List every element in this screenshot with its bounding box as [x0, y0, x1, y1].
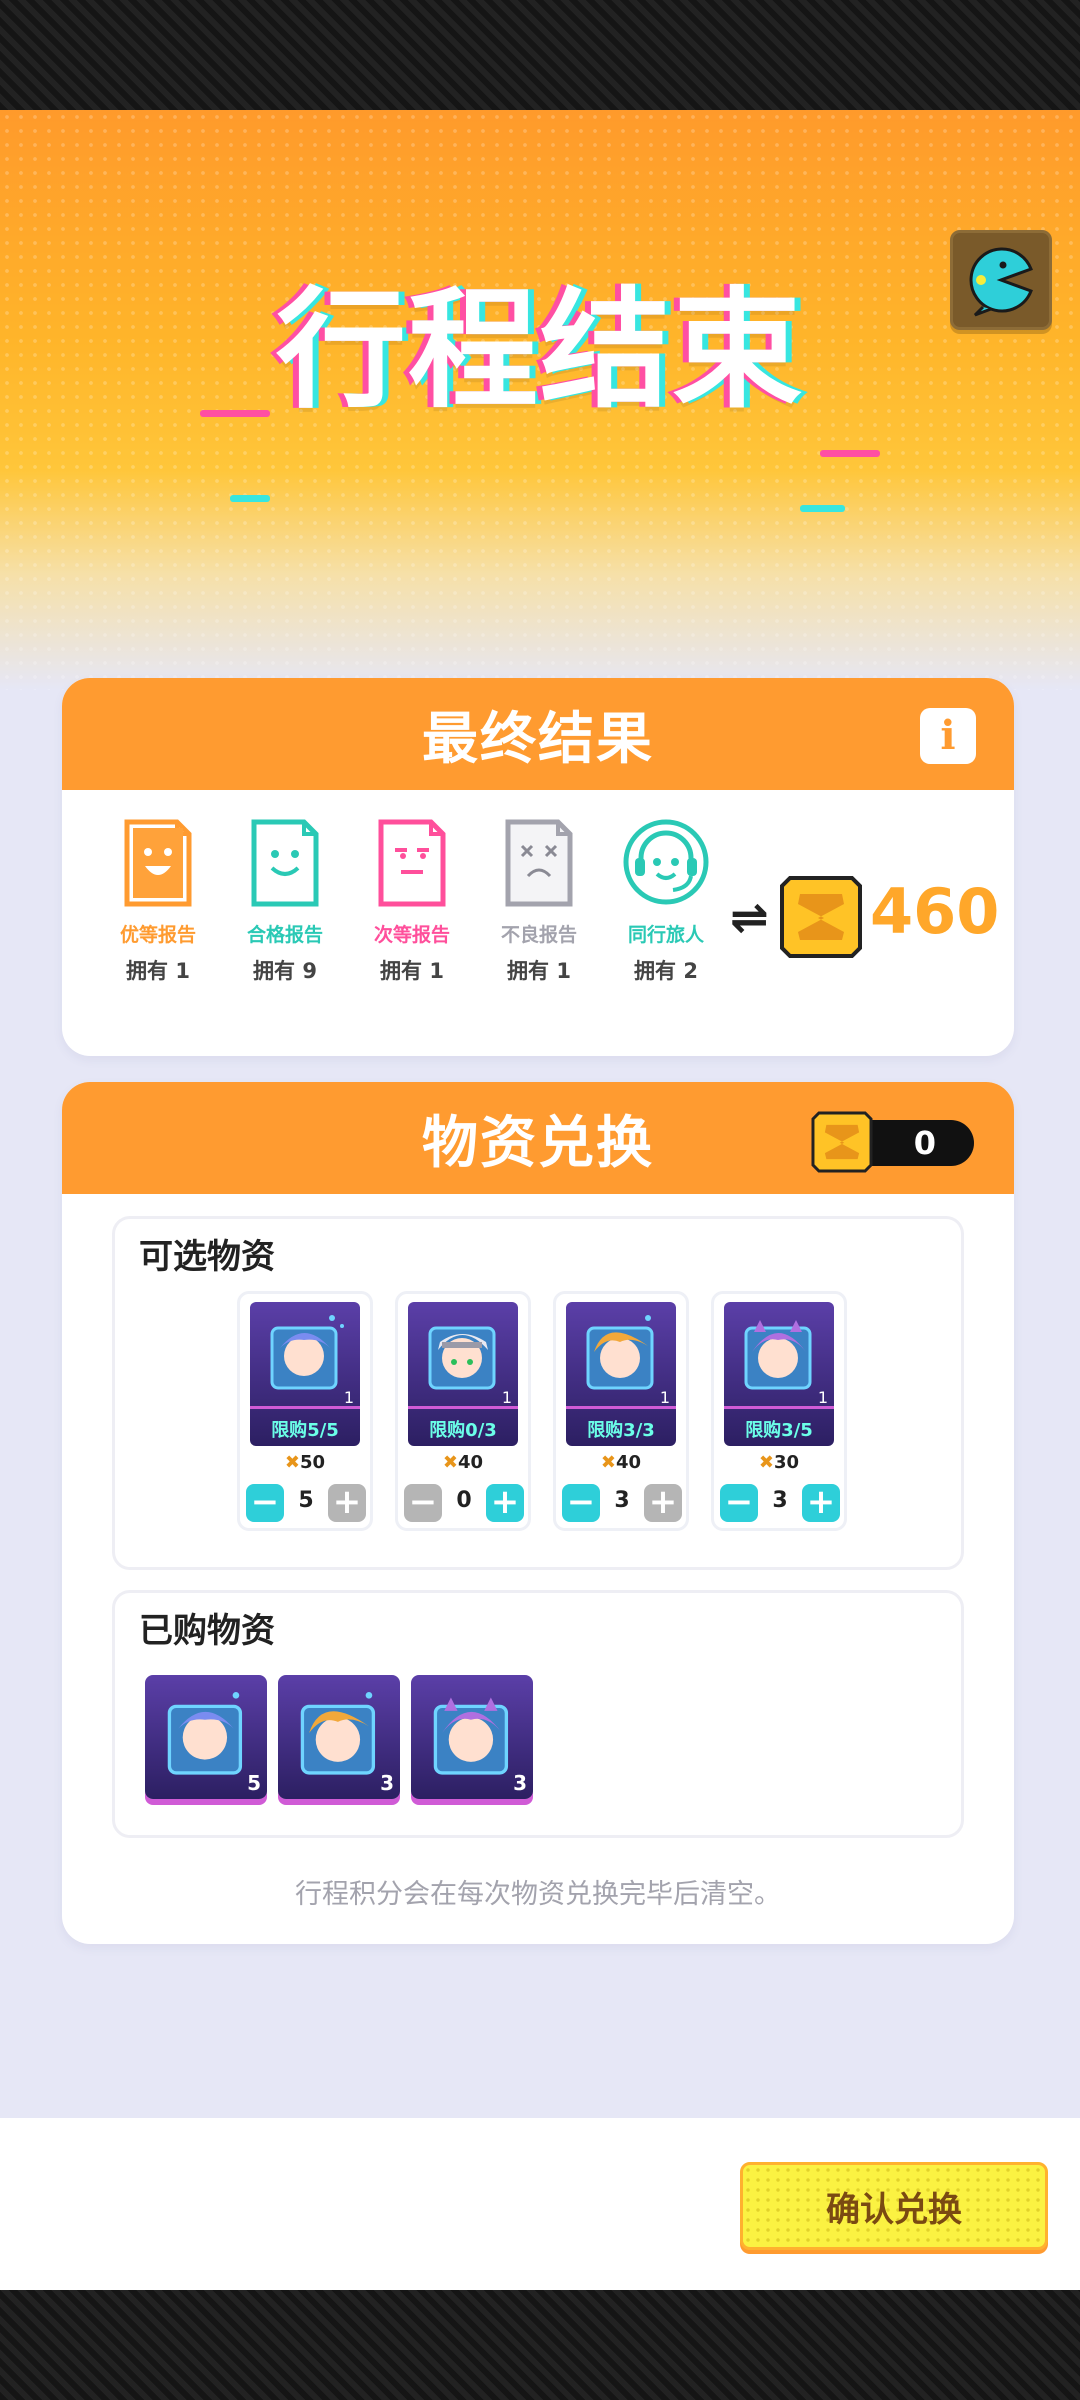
quantity-stepper: − 5 +: [246, 1484, 366, 1522]
item-price: ✖40: [442, 1452, 484, 1473]
report-label: 不良报告: [500, 924, 577, 946]
report-count: 拥有 2: [634, 959, 698, 983]
glitch-line: [230, 495, 270, 502]
glitch-line: [800, 505, 845, 512]
available-items-section: 可选物资 1 限购5/5 ✖50 − 5 + 1 限购0/3 ✖40 − 0 +…: [112, 1216, 964, 1570]
decrease-button[interactable]: −: [720, 1484, 758, 1522]
smile-report-icon: [251, 819, 319, 907]
quantity-stepper: − 3 +: [720, 1484, 840, 1522]
quantity-stepper: − 0 +: [404, 1484, 524, 1522]
happy-report-icon: [124, 819, 192, 907]
item-qty: 1: [343, 1388, 354, 1407]
item-portrait: 1 限购3/5: [724, 1302, 834, 1446]
report-qualified: 合格报告 拥有 9: [225, 818, 345, 985]
exchange-card-header: 物资兑换 0: [62, 1082, 1014, 1194]
confirm-exchange-button[interactable]: 确认兑换: [740, 2162, 1048, 2250]
coin-icon: [811, 1111, 873, 1173]
bad-report-icon: [505, 819, 573, 907]
report-label: 次等报告: [373, 924, 450, 946]
item-card[interactable]: 1 限购3/3 ✖40 − 3 +: [553, 1291, 689, 1531]
item-card[interactable]: 1 限购3/5 ✖30 − 3 +: [711, 1291, 847, 1531]
glitch-line: [820, 450, 880, 457]
header-banner: 行程结束: [0, 110, 1080, 690]
purchased-item[interactable]: 3: [278, 1675, 400, 1799]
pacman-chat-icon: [969, 247, 1033, 317]
meh-report-icon: [378, 819, 446, 907]
quantity-value: 5: [298, 1488, 314, 1513]
navigation-bar: [0, 2290, 1080, 2400]
mascot-menu-button[interactable]: [950, 230, 1052, 330]
increase-button[interactable]: +: [328, 1484, 366, 1522]
exchange-arrows-icon: ⇌: [730, 890, 769, 944]
coin-icon: ✖: [284, 1452, 301, 1473]
report-excellent: 优等报告 拥有 1: [98, 818, 218, 985]
status-bar: [0, 0, 1080, 110]
report-count: 拥有 1: [126, 959, 190, 983]
quantity-stepper: − 3 +: [562, 1484, 682, 1522]
purchased-item[interactable]: 3: [411, 1675, 533, 1799]
purchased-items-section: 已购物资 5 3 3: [112, 1590, 964, 1838]
info-button[interactable]: i: [920, 708, 976, 764]
item-qty: 1: [659, 1388, 670, 1407]
coin-icon: [780, 876, 862, 958]
report-label: 合格报告: [246, 924, 323, 946]
item-card[interactable]: 1 限购5/5 ✖50 − 5 +: [237, 1291, 373, 1531]
exchange-card-title: 物资兑换: [422, 1110, 654, 1176]
decrease-button[interactable]: −: [246, 1484, 284, 1522]
exchange-card: 物资兑换 0 可选物资 1 限购5/5 ✖50 − 5 + 1 限购0/3 ✖4…: [62, 1082, 1014, 1944]
purchased-qty: 3: [513, 1771, 527, 1795]
coin-icon: ✖: [442, 1452, 459, 1473]
decrease-button[interactable]: −: [562, 1484, 600, 1522]
item-portrait: 1 限购0/3: [408, 1302, 518, 1446]
increase-button[interactable]: +: [802, 1484, 840, 1522]
item-card[interactable]: 1 限购0/3 ✖40 − 0 +: [395, 1291, 531, 1531]
report-inferior: 次等报告 拥有 1: [352, 818, 472, 985]
item-price: ✖50: [284, 1452, 326, 1473]
points-reset-note: 行程积分会在每次物资兑换完毕后清空。: [295, 1879, 781, 1910]
result-card: 最终结果 i 优等报告 拥有 1 合格报告 拥有 9 次等报告 拥有 1 不良报…: [62, 678, 1014, 1056]
character-portrait-icon: [428, 1326, 496, 1390]
character-portrait-icon: [586, 1315, 654, 1390]
report-label: 优等报告: [119, 924, 196, 946]
report-count: 拥有 9: [253, 959, 317, 983]
item-price: ✖40: [600, 1452, 642, 1473]
item-limit: 限购3/5: [745, 1420, 813, 1441]
coin-balance: 0: [913, 1124, 936, 1162]
page-title: 行程结束: [275, 274, 804, 426]
headset-icon: [623, 819, 709, 905]
item-portrait: 1 限购5/5: [250, 1302, 360, 1446]
report-count: 拥有 1: [380, 959, 444, 983]
purchased-item[interactable]: 5: [145, 1675, 267, 1799]
available-items-title: 可选物资: [139, 1237, 275, 1277]
purchased-qty: 3: [380, 1771, 394, 1795]
item-limit: 限购3/3: [587, 1420, 655, 1441]
item-limit: 限购0/3: [429, 1420, 497, 1441]
coin-icon: ✖: [758, 1452, 775, 1473]
bottom-action-bar: 确认兑换: [0, 2118, 1080, 2290]
item-price: ✖30: [758, 1452, 800, 1473]
increase-button[interactable]: +: [644, 1484, 682, 1522]
character-portrait-icon: [270, 1315, 344, 1390]
quantity-value: 3: [614, 1488, 630, 1513]
report-bad: 不良报告 拥有 1: [479, 818, 599, 985]
item-qty: 1: [501, 1388, 512, 1407]
report-companion: 同行旅人 拥有 2: [606, 818, 726, 985]
coin-total: 460: [870, 875, 1000, 948]
quantity-value: 0: [456, 1488, 472, 1513]
report-count: 拥有 1: [507, 959, 571, 983]
purchased-qty: 5: [247, 1771, 261, 1795]
item-portrait: 1 限购3/3: [566, 1302, 676, 1446]
increase-button[interactable]: +: [486, 1484, 524, 1522]
result-card-header: 最终结果 i: [62, 678, 1014, 790]
report-label: 同行旅人: [627, 924, 704, 946]
item-limit: 限购5/5: [271, 1420, 339, 1441]
decrease-button[interactable]: −: [404, 1484, 442, 1522]
coin-icon: ✖: [600, 1452, 617, 1473]
purchased-items-title: 已购物资: [139, 1611, 275, 1651]
result-card-title: 最终结果: [422, 706, 654, 772]
item-qty: 1: [817, 1388, 828, 1407]
quantity-value: 3: [772, 1488, 788, 1513]
character-portrait-icon: [744, 1320, 812, 1390]
